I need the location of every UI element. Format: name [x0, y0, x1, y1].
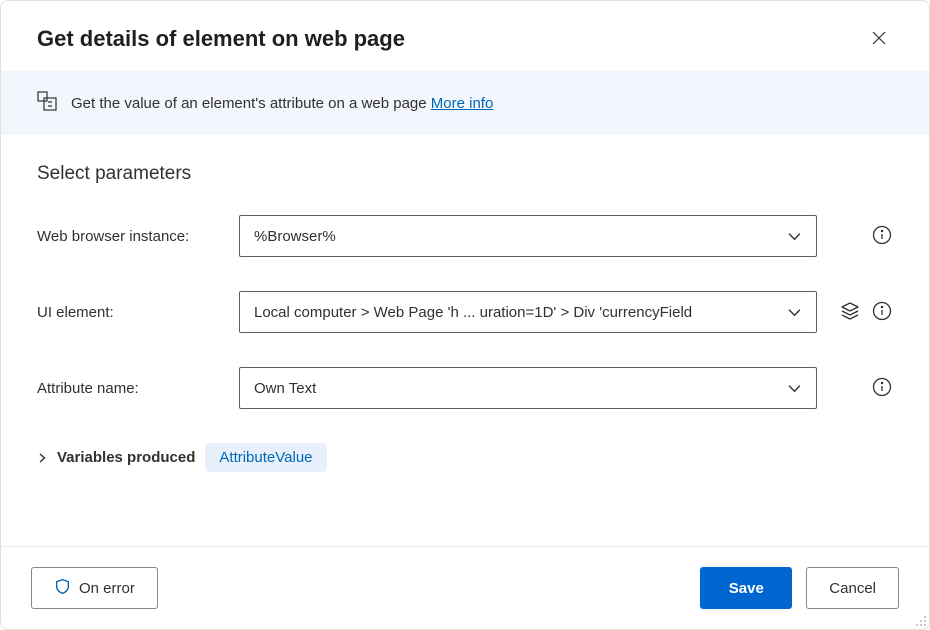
banner-text: Get the value of an element's attribute … — [71, 95, 493, 112]
info-icon — [872, 377, 892, 400]
browser-combobox[interactable]: %Browser% — [239, 215, 817, 257]
attribute-combobox[interactable]: Own Text — [239, 367, 817, 409]
field-row-browser: Web browser instance: %Browser% — [37, 215, 893, 257]
section-title: Select parameters — [37, 163, 893, 185]
chevron-down-icon — [780, 222, 808, 250]
ui-element-side-icons — [829, 301, 893, 323]
ui-element-combobox[interactable]: Local computer > Web Page 'h ... uration… — [239, 291, 817, 333]
variables-produced-row[interactable]: Variables produced AttributeValue — [37, 443, 893, 472]
dialog-body: Select parameters Web browser instance: … — [1, 135, 929, 546]
dialog-title: Get details of element on web page — [37, 26, 405, 52]
browser-label: Web browser instance: — [37, 228, 227, 245]
variables-produced-label: Variables produced — [57, 449, 195, 466]
dialog-header: Get details of element on web page — [1, 1, 929, 71]
more-info-link[interactable]: More info — [431, 95, 494, 112]
ui-element-picker-button[interactable] — [839, 301, 861, 323]
element-details-icon — [37, 91, 57, 115]
browser-side-icons — [829, 225, 893, 247]
ui-element-info-button[interactable] — [871, 301, 893, 323]
cancel-button[interactable]: Cancel — [806, 567, 899, 609]
resize-grip-icon[interactable] — [913, 613, 927, 627]
info-icon — [872, 301, 892, 324]
on-error-button[interactable]: On error — [31, 567, 158, 609]
variable-chip[interactable]: AttributeValue — [205, 443, 326, 472]
attribute-label: Attribute name: — [37, 380, 227, 397]
layers-icon — [840, 301, 860, 324]
attribute-side-icons — [829, 377, 893, 399]
close-icon — [871, 30, 887, 49]
close-button[interactable] — [865, 25, 893, 53]
banner-text-prefix: Get the value of an element's attribute … — [71, 95, 431, 112]
dialog-footer: On error Save Cancel — [1, 546, 929, 629]
ui-element-value: Local computer > Web Page 'h ... uration… — [254, 304, 692, 321]
save-label: Save — [729, 580, 764, 597]
cancel-label: Cancel — [829, 580, 876, 597]
chevron-down-icon — [780, 374, 808, 402]
attribute-info-button[interactable] — [871, 377, 893, 399]
save-button[interactable]: Save — [700, 567, 792, 609]
on-error-label: On error — [79, 580, 135, 597]
shield-icon — [54, 578, 71, 599]
attribute-value: Own Text — [254, 380, 316, 397]
field-row-attribute: Attribute name: Own Text — [37, 367, 893, 409]
browser-value: %Browser% — [254, 228, 336, 245]
ui-element-label: UI element: — [37, 304, 227, 321]
footer-right: Save Cancel — [700, 567, 899, 609]
field-row-ui-element: UI element: Local computer > Web Page 'h… — [37, 291, 893, 333]
dialog: Get details of element on web page Get t… — [0, 0, 930, 630]
browser-info-button[interactable] — [871, 225, 893, 247]
info-icon — [872, 225, 892, 248]
chevron-right-icon — [37, 450, 47, 466]
chevron-down-icon — [780, 298, 808, 326]
info-banner: Get the value of an element's attribute … — [1, 71, 929, 135]
